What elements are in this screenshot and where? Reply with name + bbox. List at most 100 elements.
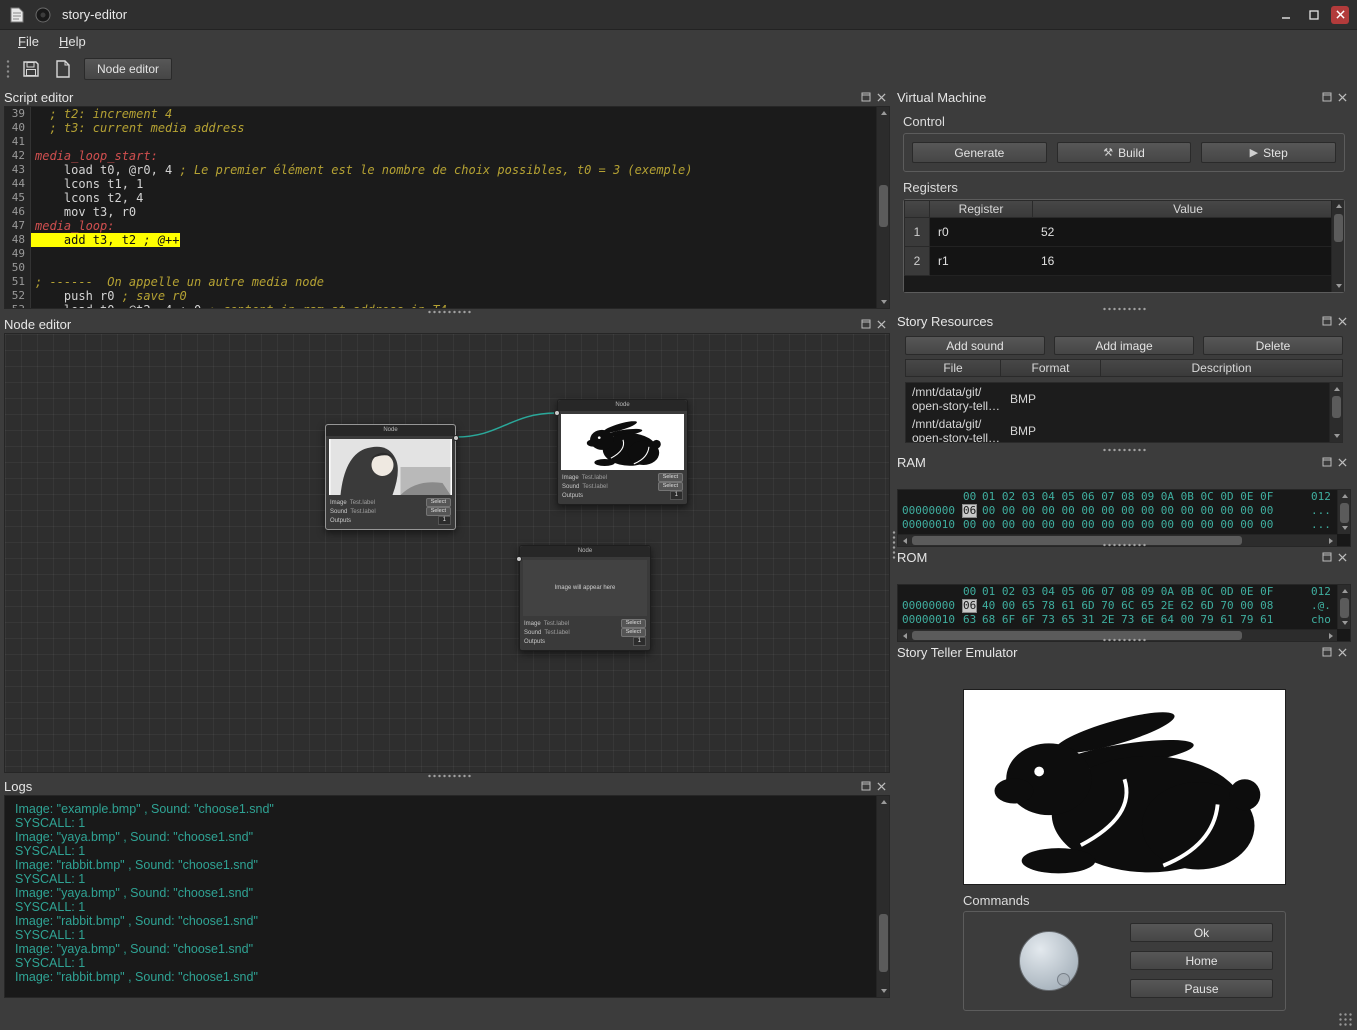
build-button[interactable]: ⚒Build [1057, 142, 1192, 163]
description-column-header[interactable]: Description [1101, 359, 1343, 377]
close-panel-icon[interactable] [1337, 647, 1348, 658]
registers-scrollbar[interactable] [1331, 200, 1344, 292]
close-panel-icon[interactable] [1337, 457, 1348, 468]
splitter-handle[interactable] [427, 774, 471, 778]
log-line: SYSCALL: 1 [15, 928, 889, 942]
close-panel-icon[interactable] [876, 319, 887, 330]
splitter-handle[interactable] [427, 310, 471, 314]
splitter-handle[interactable] [1102, 307, 1146, 311]
resource-row[interactable]: /mnt/data/git/ open-story-tell… BMP [906, 383, 1342, 415]
panel-script-editor: Script editor 39 ; t2: increment 4 40 ; … [4, 88, 890, 309]
node-image-label: Image [330, 500, 347, 506]
node-canvas[interactable]: Node ImageTest.labelSelect SoundTest.lab… [4, 333, 890, 773]
select-sound-button[interactable]: Select [426, 507, 451, 516]
window-resize-grip[interactable] [1338, 1012, 1353, 1027]
ok-button[interactable]: Ok [1130, 923, 1273, 942]
float-panel-icon[interactable] [1321, 647, 1332, 658]
export-file-icon[interactable] [52, 58, 74, 80]
code-line: 51; ------ On appelle un autre media nod… [5, 275, 889, 289]
log-line: SYSCALL: 1 [15, 900, 889, 914]
close-button[interactable] [1331, 6, 1349, 24]
output-port[interactable] [453, 435, 459, 441]
close-panel-icon[interactable] [876, 781, 887, 792]
file-column-header[interactable]: File [905, 359, 1001, 377]
register-row[interactable]: 1 r0 52 [904, 218, 1344, 247]
close-panel-icon[interactable] [1337, 316, 1348, 327]
log-line: SYSCALL: 1 [15, 816, 889, 830]
select-image-button[interactable]: Select [658, 473, 683, 482]
ram-vertical-scrollbar[interactable] [1337, 490, 1350, 534]
title-bar: story-editor [0, 0, 1357, 30]
node-outputs-spinner[interactable]: 1 [633, 637, 646, 646]
close-panel-icon[interactable] [876, 92, 887, 103]
resource-format: BMP [1010, 392, 1036, 406]
node-outputs-spinner[interactable]: 1 [670, 491, 683, 500]
node-outputs-spinner[interactable]: 1 [438, 516, 451, 525]
node-connection-wire [5, 334, 889, 772]
corner-header[interactable] [904, 200, 930, 218]
minimize-button[interactable] [1275, 6, 1297, 24]
add-image-button[interactable]: Add image [1054, 336, 1194, 355]
toolbar-grip[interactable] [6, 59, 10, 79]
float-panel-icon[interactable] [1321, 92, 1332, 103]
format-column-header[interactable]: Format [1001, 359, 1101, 377]
input-port[interactable] [554, 410, 560, 416]
media-node[interactable]: Node ImageTest.labelSelect SoundTest.lab… [325, 424, 456, 530]
splitter-handle[interactable] [1102, 448, 1146, 452]
step-button[interactable]: ▶Step [1201, 142, 1336, 163]
panel-title: Story Resources [897, 314, 993, 329]
resources-scrollbar[interactable] [1329, 383, 1342, 442]
log-line: SYSCALL: 1 [15, 844, 889, 858]
logs-area[interactable]: Image: "example.bmp" , Sound: "choose1.s… [4, 795, 890, 998]
maximize-button[interactable] [1303, 6, 1325, 24]
node-image-placeholder: Image will appear here [523, 560, 647, 616]
float-panel-icon[interactable] [860, 319, 871, 330]
pause-button[interactable]: Pause [1130, 979, 1273, 998]
close-panel-icon[interactable] [1337, 92, 1348, 103]
generate-button[interactable]: Generate [912, 142, 1047, 163]
home-button[interactable]: Home [1130, 951, 1273, 970]
selected-byte[interactable]: 06 [962, 599, 977, 613]
node-sound-value: Test.label [582, 484, 607, 490]
register-column-header[interactable]: Register [930, 200, 1033, 218]
register-value: 52 [1033, 218, 1344, 247]
script-vertical-scrollbar[interactable] [876, 107, 889, 308]
add-sound-button[interactable]: Add sound [905, 336, 1045, 355]
node-editor-toolbar-button[interactable]: Node editor [84, 58, 172, 80]
value-column-header[interactable]: Value [1033, 200, 1344, 218]
media-node[interactable]: Node Image will appear here ImageTest.la… [519, 545, 651, 651]
node-image-preview [561, 414, 684, 470]
float-panel-icon[interactable] [860, 92, 871, 103]
select-image-button[interactable]: Select [621, 619, 646, 628]
save-icon[interactable] [20, 58, 42, 80]
ram-hex-view[interactable]: 0001 02 03 04 05 06 07 08 09 0A 0B 0C 0D… [897, 489, 1351, 547]
register-name: r0 [930, 218, 1033, 247]
select-sound-button[interactable]: Select [621, 628, 646, 637]
input-port[interactable] [516, 556, 522, 562]
resource-row[interactable]: /mnt/data/git/ open-story-tell… BMP [906, 415, 1342, 443]
menu-file[interactable]: File [10, 32, 47, 51]
select-image-button[interactable]: Select [426, 498, 451, 507]
commands-label: Commands [963, 893, 1029, 908]
float-panel-icon[interactable] [1321, 552, 1332, 563]
select-sound-button[interactable]: Select [658, 482, 683, 491]
log-line: SYSCALL: 1 [15, 956, 889, 970]
splitter-handle[interactable] [1102, 543, 1146, 547]
logs-vertical-scrollbar[interactable] [876, 796, 889, 997]
selected-byte[interactable]: 06 [962, 504, 977, 518]
window-title: story-editor [62, 7, 127, 22]
menu-help[interactable]: Help [51, 32, 94, 51]
rom-hex-view[interactable]: 0001 02 03 04 05 06 07 08 09 0A 0B 0C 0D… [897, 584, 1351, 642]
float-panel-icon[interactable] [860, 781, 871, 792]
rom-vertical-scrollbar[interactable] [1337, 585, 1350, 629]
script-editor-area[interactable]: 39 ; t2: increment 4 40 ; t3: current me… [4, 106, 890, 309]
media-node[interactable]: Node ImageTest.labelSelect SoundTest.lab… [557, 399, 688, 505]
selection-knob[interactable] [1019, 931, 1079, 991]
float-panel-icon[interactable] [1321, 316, 1332, 327]
register-row[interactable]: 2 r1 16 [904, 247, 1344, 276]
splitter-handle[interactable] [1102, 638, 1146, 642]
close-panel-icon[interactable] [1337, 552, 1348, 563]
delete-button[interactable]: Delete [1203, 336, 1343, 355]
splitter-handle[interactable] [892, 530, 896, 560]
float-panel-icon[interactable] [1321, 457, 1332, 468]
